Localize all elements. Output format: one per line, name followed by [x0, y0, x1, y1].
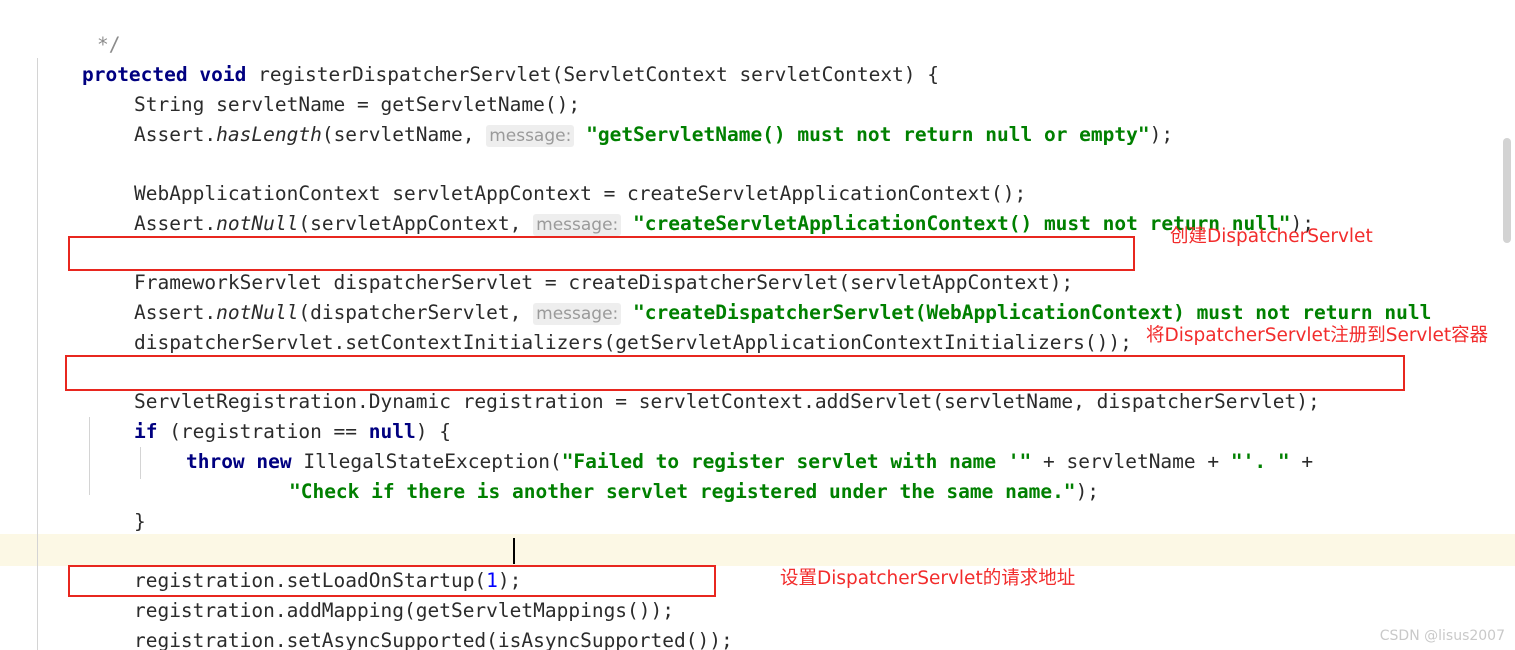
brace-token: } [133, 510, 146, 533]
method-name-italic: hasLength [216, 123, 322, 146]
indent-guide-level-1 [37, 58, 38, 650]
space-3 [621, 212, 633, 235]
statement-text: dispatcherServlet.setContextInitializers… [133, 331, 1132, 354]
concat-2: + [1289, 450, 1314, 473]
watermark-text: CSDN @lisus2007 [1379, 628, 1505, 644]
statement-suffix: ); [1075, 480, 1100, 503]
args-prefix: (servletName, [321, 123, 487, 146]
string-literal: "getServletName() must not return null o… [586, 123, 1150, 146]
vertical-scrollbar-track[interactable] [1501, 0, 1515, 650]
code-line-set-async-supported[interactable]: registration.setAsyncSupported(isAsyncSu… [87, 596, 733, 650]
annotation-set-request-url: 设置DispatcherServlet的请求地址 [780, 568, 1076, 589]
code-editor-view[interactable]: */ protected void registerDispatcherServ… [0, 0, 1515, 650]
annotation-create-dispatcher-servlet: 创建DispatcherServlet [1170, 226, 1373, 247]
method-name-italic: notNull [216, 212, 299, 235]
code-line-check-another-servlet[interactable]: "Check if there is another servlet regis… [242, 447, 1099, 537]
text-caret [513, 538, 515, 564]
string-literal: "Check if there is another servlet regis… [288, 480, 1076, 503]
assert-prefix: Assert. [133, 123, 217, 146]
annotation-register-to-servlet-container: 将DispatcherServlet注册到Servlet容器 [1146, 325, 1489, 346]
args-prefix: (servletAppContext, [298, 212, 534, 235]
vertical-scrollbar-thumb[interactable] [1503, 138, 1511, 243]
parameter-hint-message[interactable]: message: [486, 125, 575, 147]
args-suffix: ); [1149, 123, 1174, 146]
string-literal-2: "'. " [1230, 450, 1290, 473]
parameter-hint-message[interactable]: message: [533, 214, 622, 236]
space-2 [574, 123, 586, 146]
keyword-throw: throw [185, 450, 245, 473]
statement-text: registration.setAsyncSupported(isAsyncSu… [133, 629, 733, 650]
assert-prefix: Assert. [133, 212, 217, 235]
